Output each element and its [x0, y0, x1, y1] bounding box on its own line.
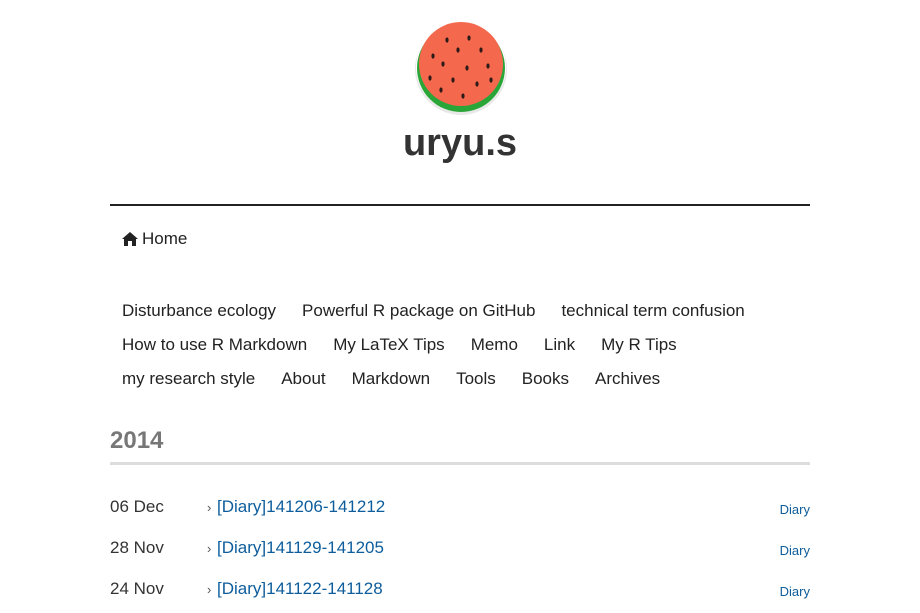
nav-item-latex-tips[interactable]: My LaTeX Tips	[333, 335, 445, 355]
nav-row: How to use R Markdown My LaTeX Tips Memo…	[122, 328, 810, 362]
nav-item-memo[interactable]: Memo	[471, 335, 518, 355]
page-nav: Disturbance ecology Powerful R package o…	[122, 294, 810, 396]
header-divider	[110, 204, 810, 206]
nav-home-link[interactable]: Home	[122, 229, 187, 249]
post-date: 24 Nov	[110, 579, 164, 598]
post-row: 06 Dec › [Diary]141206-141212 Diary	[110, 490, 810, 531]
site-header: uryu.s	[110, 0, 810, 206]
nav-item-archives[interactable]: Archives	[595, 369, 660, 389]
post-row: 24 Nov › [Diary]141122-141128 Diary	[110, 572, 810, 613]
nav-item-tools[interactable]: Tools	[456, 369, 496, 389]
nav-item-disturbance-ecology[interactable]: Disturbance ecology	[122, 301, 276, 321]
nav-item-r-package-github[interactable]: Powerful R package on GitHub	[302, 301, 535, 321]
nav-item-r-markdown[interactable]: How to use R Markdown	[122, 335, 307, 355]
nav-item-about[interactable]: About	[281, 369, 325, 389]
archive-year-heading: 2014	[110, 427, 164, 454]
watermelon-avatar-icon[interactable]	[413, 20, 509, 116]
post-date: 28 Nov	[110, 538, 164, 557]
nav-item-link[interactable]: Link	[544, 335, 575, 355]
chevron-right-icon: ›	[207, 500, 212, 515]
nav-item-technical-term[interactable]: technical term confusion	[561, 301, 744, 321]
home-icon	[122, 232, 138, 246]
nav-item-markdown[interactable]: Markdown	[352, 369, 430, 389]
nav-row: my research style About Markdown Tools B…	[122, 362, 810, 396]
nav-item-books[interactable]: Books	[522, 369, 569, 389]
post-list: 06 Dec › [Diary]141206-141212 Diary 28 N…	[110, 490, 810, 613]
nav-home-label: Home	[142, 229, 188, 248]
post-category-link[interactable]: Diary	[780, 543, 810, 558]
year-divider	[110, 462, 810, 465]
post-row: 28 Nov › [Diary]141129-141205 Diary	[110, 531, 810, 572]
page: uryu.s Home Disturbance ecology Powerful…	[110, 0, 810, 600]
nav-row: Disturbance ecology Powerful R package o…	[122, 294, 810, 328]
post-date: 06 Dec	[110, 497, 164, 516]
nav-item-research-style[interactable]: my research style	[122, 369, 255, 389]
post-category-link[interactable]: Diary	[780, 584, 810, 599]
post-title-link[interactable]: [Diary]141206-141212	[217, 497, 385, 517]
nav-item-r-tips[interactable]: My R Tips	[601, 335, 677, 355]
post-category-link[interactable]: Diary	[780, 502, 810, 517]
site-title[interactable]: uryu.s	[110, 121, 810, 165]
chevron-right-icon: ›	[207, 541, 212, 556]
post-title-link[interactable]: [Diary]141122-141128	[217, 579, 383, 599]
post-title-link[interactable]: [Diary]141129-141205	[217, 538, 384, 558]
chevron-right-icon: ›	[207, 582, 212, 597]
